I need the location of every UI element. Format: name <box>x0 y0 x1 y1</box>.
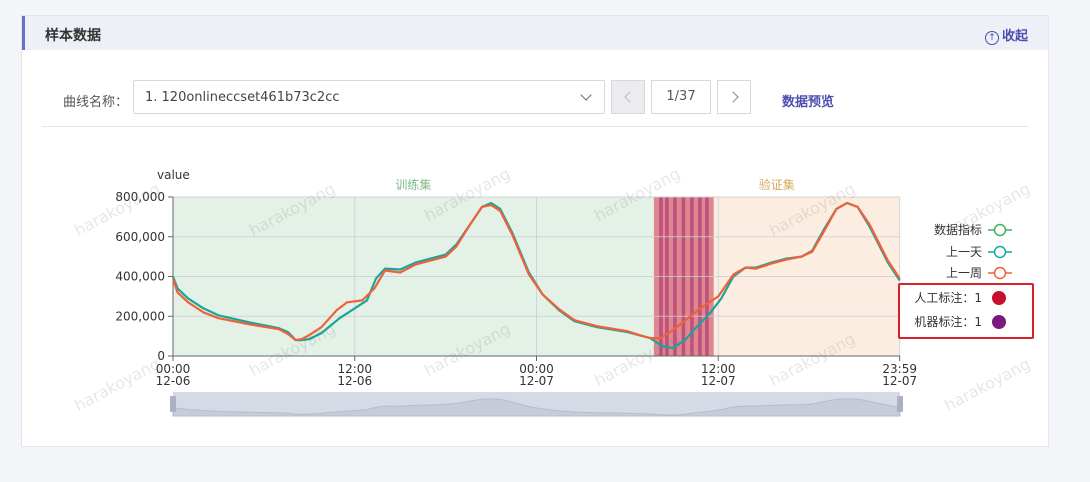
region-label-0: 训练集 <box>395 177 431 192</box>
y-tick-label: 400,000 <box>115 270 165 284</box>
x-tick-date-label: 12-07 <box>701 374 736 388</box>
region-label-1: 验证集 <box>759 177 795 192</box>
legend-marker <box>993 245 1007 259</box>
legend-label: 上一周 <box>946 266 982 280</box>
x-tick-date-label: 12-06 <box>156 374 191 388</box>
y-tick-label: 600,000 <box>115 230 165 244</box>
x-tick-date-label: 12-07 <box>882 374 917 388</box>
y-axis-name: value <box>157 168 190 182</box>
legend-label: 上一天 <box>946 245 982 259</box>
zoom-handle-left[interactable] <box>170 396 176 412</box>
line-chart: 训练集 验证集0200,000400,000600,000800,000value… <box>115 168 1012 417</box>
x-tick-date-label: 12-07 <box>519 374 554 388</box>
annotation-highlight-box <box>898 283 1034 339</box>
y-tick-label: 200,000 <box>115 309 165 323</box>
legend-marker <box>993 223 1007 237</box>
legend-marker <box>993 266 1007 280</box>
zoom-handle-right[interactable] <box>897 396 903 412</box>
x-tick-date-label: 12-06 <box>337 374 372 388</box>
